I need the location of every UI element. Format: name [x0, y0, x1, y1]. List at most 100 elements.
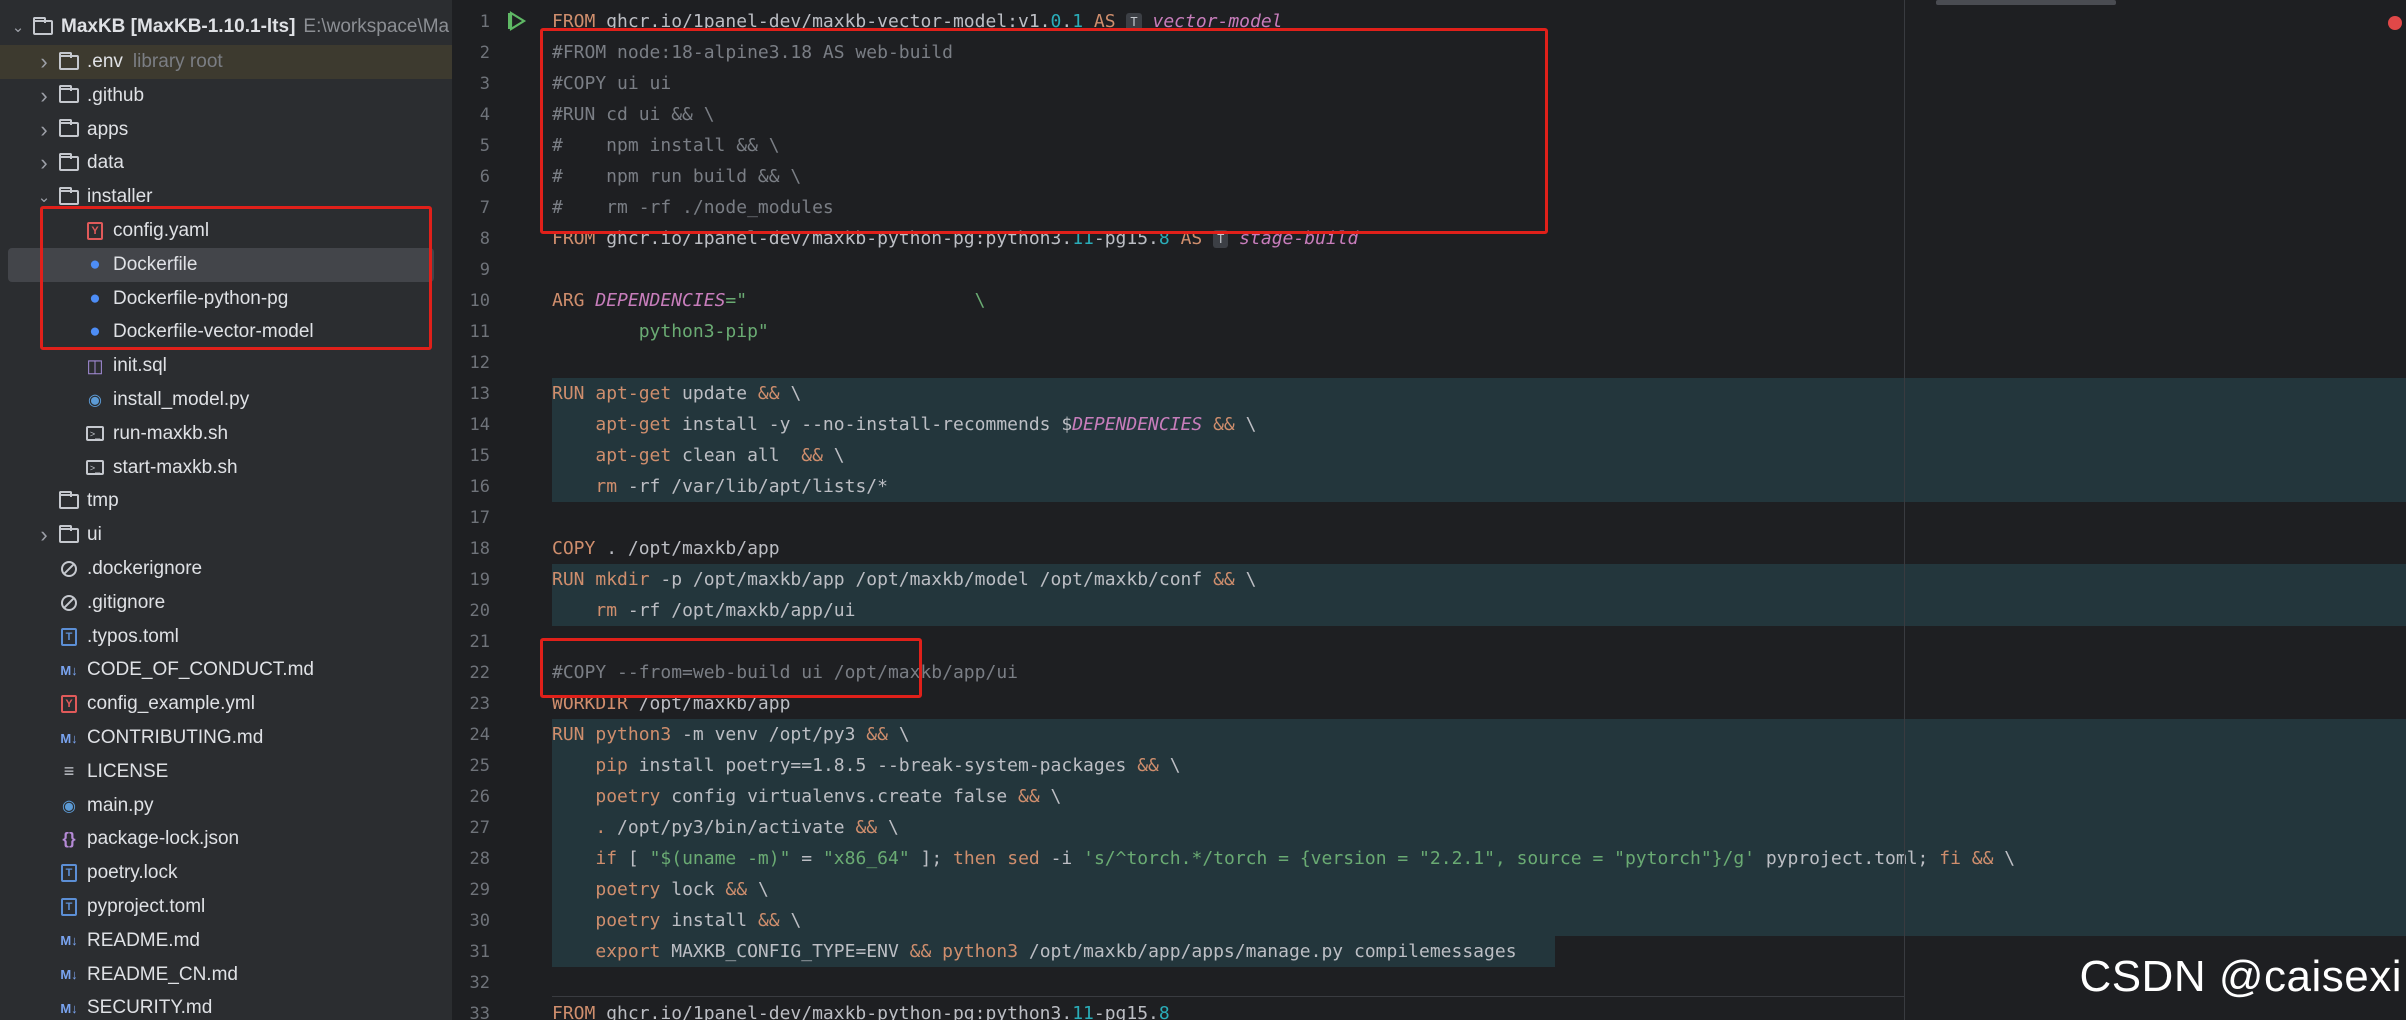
code-line-27[interactable]: . /opt/py3/bin/activate && \ [552, 812, 898, 843]
line-number: 9 [479, 260, 490, 280]
code-line-4[interactable]: #RUN cd ui && \ [552, 99, 715, 130]
tree-item-typos-toml[interactable]: T .typos.toml [8, 620, 452, 654]
line-number: 14 [469, 415, 490, 435]
code-token: RUN [552, 569, 596, 590]
tree-item-env[interactable]: › .env library root [0, 45, 452, 79]
tree-item-gitignore[interactable]: .gitignore [8, 586, 452, 620]
code-line-19[interactable]: RUN mkdir -p /opt/maxkb/app /opt/maxkb/m… [552, 564, 1256, 595]
code-token: \ [779, 383, 802, 404]
tree-item-readme-cn-md[interactable]: M↓ README_CN.md [8, 958, 452, 992]
code-line-13[interactable]: RUN apt-get update && \ [552, 378, 801, 409]
code-line-20[interactable]: rm -rf /opt/maxkb/app/ui [552, 595, 855, 626]
run-icon[interactable] [506, 10, 528, 32]
code-token: 8 [1158, 228, 1170, 249]
tree-item-security-md[interactable]: M↓ SECURITY.md [8, 991, 452, 1020]
code-token: WORKDIR [552, 693, 639, 714]
code-token: #RUN cd ui && \ [552, 104, 715, 125]
code-line-22[interactable]: #COPY --from=web-build ui /opt/maxkb/app… [552, 657, 1018, 688]
code-line-11[interactable]: python3-pip" [552, 316, 769, 347]
stage-type-badge: T [1213, 230, 1229, 248]
tree-item-install-model-py[interactable]: ◉ install_model.py [8, 383, 452, 417]
folder-icon [58, 186, 80, 207]
tree-item-label: SECURITY.md [87, 997, 213, 1019]
chevron-right-icon[interactable]: › [34, 150, 54, 176]
line-number: 26 [469, 787, 490, 807]
tree-item-poetry-lock[interactable]: Tpoetry.lock [8, 856, 452, 890]
tree-item-label: main.py [87, 794, 154, 816]
tree-item-dockerfile-python-pg[interactable]: ● Dockerfile-python-pg [8, 282, 452, 316]
code-line-5[interactable]: # npm install && \ [552, 130, 780, 161]
tree-item-config-example-yml[interactable]: Yconfig_example.yml [8, 687, 452, 721]
code-token: clean all [671, 445, 802, 466]
code-line-6[interactable]: # npm run build && \ [552, 161, 801, 192]
line-number: 24 [469, 725, 490, 745]
project-root-row[interactable]: ⌄ MaxKB [MaxKB-1.10.1-lts] E:\workspace\… [8, 10, 452, 44]
code-line-10[interactable]: ARG DEPENDENCIES=" \ [552, 285, 986, 316]
tree-item-config-yaml[interactable]: Yconfig.yaml [8, 214, 452, 248]
tree-item-dockerfile-vector-model[interactable]: ● Dockerfile-vector-model [8, 315, 452, 349]
code-line-30[interactable]: poetry install && \ [552, 905, 801, 936]
tree-item-github[interactable]: › .github [8, 79, 452, 113]
code-token: && [1213, 414, 1235, 435]
code-area[interactable]: FROM ghcr.io/1panel-dev/maxkb-vector-mod… [552, 0, 2406, 1020]
code-line-26[interactable]: poetry config virtualenvs.create false &… [552, 781, 1061, 812]
code-line-7[interactable]: # rm -rf ./node_modules [552, 192, 834, 223]
chevron-right-icon[interactable]: › [34, 49, 54, 75]
code-line-33[interactable]: FROM ghcr.io/1panel-dev/maxkb-python-pg:… [552, 998, 1170, 1020]
code-line-29[interactable]: poetry lock && \ [552, 874, 768, 905]
code-line-3[interactable]: #COPY ui ui [552, 68, 671, 99]
tree-item-readme-md[interactable]: M↓ README.md [8, 924, 452, 958]
code-line-14[interactable]: apt-get install -y --no-install-recommen… [552, 409, 1256, 440]
code-line-25[interactable]: pip install poetry==1.8.5 --break-system… [552, 750, 1181, 781]
chevron-down-icon[interactable]: ⌄ [8, 18, 28, 36]
tree-item-main-py[interactable]: ◉ main.py [8, 789, 452, 823]
line-number: 1 [479, 12, 490, 32]
tree-item-apps[interactable]: › apps [8, 113, 452, 147]
tree-item-installer[interactable]: ⌄ installer [8, 180, 452, 214]
error-indicator-icon[interactable] [2388, 16, 2402, 30]
code-editor[interactable]: 1 2 3 4 5 6 7 8 9 10 11 12 13 14 15 16 17 18 19 20 21 22 23 24 2… [452, 0, 2406, 1020]
toml-file-icon: T [58, 863, 80, 883]
chevron-right-icon[interactable]: › [34, 522, 54, 548]
tree-item-label: .gitignore [87, 591, 166, 613]
code-line-16[interactable]: rm -rf /var/lib/apt/lists/* [552, 471, 888, 502]
chevron-right-icon[interactable]: › [34, 117, 54, 143]
folder-icon [32, 16, 54, 37]
tree-item-ui[interactable]: › ui [8, 518, 452, 552]
code-line-23[interactable]: WORKDIR /opt/maxkb/app [552, 688, 790, 719]
tree-item-start-maxkb-sh[interactable]: >_ start-maxkb.sh [8, 451, 452, 485]
code-token: #COPY ui ui [552, 73, 672, 94]
code-line-2[interactable]: #FROM node:18-alpine3.18 AS web-build [552, 37, 953, 68]
code-line-28[interactable]: if [ "$(uname -m)" = "x86_64" ]; then se… [552, 843, 2015, 874]
tree-item-contributing-md[interactable]: M↓ CONTRIBUTING.md [8, 721, 452, 755]
code-line-31[interactable]: export MAXKB_CONFIG_TYPE=ENV && python3 … [552, 936, 1516, 967]
tree-item-run-maxkb-sh[interactable]: >_ run-maxkb.sh [8, 417, 452, 451]
code-line-1[interactable]: FROM ghcr.io/1panel-dev/maxkb-vector-mod… [552, 6, 1283, 37]
tree-item-dockerfile[interactable]: ● Dockerfile [8, 247, 434, 282]
code-token: && [725, 879, 748, 900]
tree-item-dockerignore[interactable]: .dockerignore [8, 552, 452, 586]
tree-item-hint: library root [132, 51, 223, 72]
chevron-down-icon[interactable]: ⌄ [34, 188, 54, 206]
code-line-18[interactable]: COPY . /opt/maxkb/app [552, 533, 780, 564]
code-token: \ [1158, 755, 1181, 776]
tree-item-pyproject-toml[interactable]: Tpyproject.toml [8, 890, 452, 924]
folder-icon [58, 524, 80, 545]
tree-item-label: package-lock.json [87, 828, 240, 850]
tree-item-init-sql[interactable]: ◫ init.sql [8, 349, 452, 383]
horizontal-scrollbar[interactable] [1936, 0, 2116, 5]
code-line-15[interactable]: apt-get clean all && \ [552, 440, 844, 471]
chevron-right-icon[interactable]: › [34, 83, 54, 109]
right-margin-guide [1904, 0, 1905, 1020]
tree-item-tmp[interactable]: tmp [8, 484, 452, 518]
tree-item-code-of-conduct-md[interactable]: M↓ CODE_OF_CONDUCT.md [8, 653, 452, 687]
tree-item-license[interactable]: ≡ LICENSE [8, 755, 452, 789]
tree-item-package-lock-json[interactable]: {} package-lock.json [8, 822, 452, 856]
tree-item-label: ui [87, 524, 102, 546]
code-line-8[interactable]: FROM ghcr.io/1panel-dev/maxkb-python-pg:… [552, 223, 1358, 254]
tree-item-data[interactable]: › data [8, 146, 452, 180]
folder-icon [58, 85, 80, 106]
code-line-24[interactable]: RUN python3 -m venv /opt/py3 && \ [552, 719, 910, 750]
